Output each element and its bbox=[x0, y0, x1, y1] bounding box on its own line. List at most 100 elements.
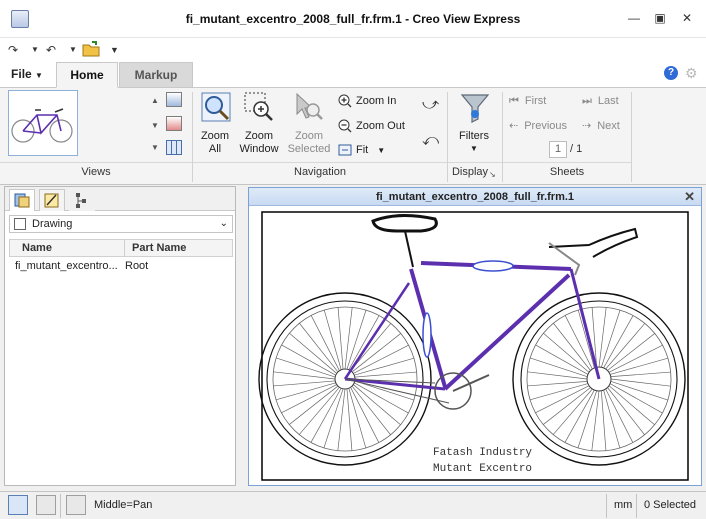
zoom-in-icon bbox=[338, 94, 352, 108]
title-bar: fi_mutant_excentro_2008_full_fr.frm.1 - … bbox=[0, 0, 706, 38]
display-group-label: Display bbox=[451, 166, 489, 178]
saddle bbox=[371, 214, 438, 233]
view-scroll-up-icon[interactable]: ▲ bbox=[151, 96, 159, 105]
previous-sheet-button[interactable]: ⇠ Previous bbox=[509, 119, 567, 133]
open-folder-icon[interactable] bbox=[82, 41, 100, 59]
structure-type-value: Drawing bbox=[32, 218, 73, 230]
column-divider[interactable] bbox=[124, 240, 125, 256]
last-sheet-button[interactable]: ⏭ Last bbox=[582, 94, 619, 108]
view-thumbnail[interactable] bbox=[8, 90, 78, 156]
tab-file-label: File bbox=[11, 67, 32, 81]
drawing-caption-2: Mutant Excentro bbox=[433, 463, 532, 475]
zoom-out-label: Zoom Out bbox=[356, 120, 405, 132]
zoom-all-label-2: All bbox=[208, 143, 222, 155]
units-text: mm bbox=[614, 499, 633, 511]
markup-tab-icon[interactable] bbox=[39, 189, 65, 211]
rotate-left-icon[interactable]: ⤻ bbox=[422, 96, 439, 114]
maximize-icon[interactable]: ▣ bbox=[650, 9, 670, 27]
ribbon-tabs: File ▼ Home Markup ? ⚙ bbox=[0, 62, 706, 88]
tab-home[interactable]: Home bbox=[56, 62, 118, 88]
zoom-window-label-2: Window bbox=[239, 143, 279, 155]
zoom-window-button[interactable]: Zoom Window bbox=[237, 90, 281, 160]
undo-dropdown-icon[interactable]: ▼ bbox=[69, 41, 77, 59]
fit-button[interactable]: Fit ▼ bbox=[338, 143, 385, 158]
structure-type-select[interactable]: Drawing ⌄ bbox=[9, 215, 233, 233]
chevron-down-icon: ▼ bbox=[35, 71, 43, 80]
zoom-selected-button[interactable]: Zoom Selected bbox=[286, 90, 332, 160]
display-launcher-icon[interactable]: ↘ bbox=[489, 170, 496, 179]
drawing-window: fi_mutant_excentro_2008_full_fr.frm.1 ✕ bbox=[248, 187, 702, 486]
undo-icon[interactable]: ↶ bbox=[46, 41, 56, 59]
filter-funnel-icon bbox=[460, 94, 490, 123]
drawing-border bbox=[261, 211, 689, 481]
status-separator bbox=[606, 494, 607, 518]
structure-table-header: Name Part Name bbox=[9, 239, 233, 257]
close-icon[interactable]: ✕ bbox=[677, 9, 697, 27]
window-title: fi_mutant_excentro_2008_full_fr.frm.1 - … bbox=[185, 12, 521, 26]
layout-full-icon[interactable] bbox=[66, 495, 86, 515]
status-separator bbox=[636, 494, 637, 518]
filters-button[interactable]: Filters ▼ bbox=[452, 90, 496, 160]
sheet-page-input[interactable]: 1 bbox=[549, 141, 567, 158]
customize-dropdown-icon[interactable]: ▼ bbox=[110, 41, 119, 59]
next-sheet-button[interactable]: ⇢ Next bbox=[582, 119, 620, 133]
tab-markup[interactable]: Markup bbox=[119, 62, 193, 88]
last-icon: ⏭ bbox=[582, 95, 592, 107]
zoom-in-label: Zoom In bbox=[356, 95, 397, 107]
delete-view-icon[interactable] bbox=[166, 116, 182, 131]
zoom-in-button[interactable]: Zoom In bbox=[338, 94, 396, 108]
row-name: fi_mutant_excentro... bbox=[15, 260, 118, 272]
tab-file[interactable]: File ▼ bbox=[4, 62, 50, 88]
chevron-down-icon: ⌄ bbox=[219, 218, 228, 229]
rotate-right-icon[interactable]: ⤺ bbox=[422, 132, 439, 150]
panel-tabs bbox=[5, 187, 235, 211]
drawing-caption-1: Fatash Industry bbox=[433, 447, 532, 459]
settings-gear-icon[interactable]: ⚙ bbox=[685, 65, 698, 82]
drawing-icon bbox=[14, 218, 26, 230]
view-grid-icon[interactable] bbox=[166, 140, 182, 155]
save-view-icon[interactable] bbox=[166, 92, 182, 107]
quick-access-toolbar: ↷ ▼ ↶ ▼ ▼ bbox=[0, 38, 706, 62]
column-header-name[interactable]: Name bbox=[22, 240, 52, 256]
layout-single-icon[interactable] bbox=[8, 495, 28, 515]
view-scroll-down-icon[interactable]: ▼ bbox=[151, 121, 159, 130]
previous-label: Previous bbox=[524, 120, 568, 132]
drawing-canvas[interactable]: Fatash Industry Mutant Excentro bbox=[249, 207, 701, 485]
status-bar: Middle=Pan mm 0 Selected bbox=[0, 491, 706, 519]
fit-label: Fit bbox=[356, 144, 369, 156]
fit-icon bbox=[338, 144, 352, 156]
column-header-part-name[interactable]: Part Name bbox=[132, 240, 186, 256]
first-sheet-button[interactable]: ⏮ First bbox=[509, 94, 546, 108]
zoom-out-button[interactable]: Zoom Out bbox=[338, 119, 405, 133]
first-label: First bbox=[524, 95, 547, 107]
drawing-close-icon[interactable]: ✕ bbox=[684, 188, 695, 206]
zoom-all-icon bbox=[201, 92, 231, 122]
zoom-all-button[interactable]: Zoom All bbox=[198, 90, 232, 160]
redo-dropdown-icon[interactable]: ▼ bbox=[31, 41, 39, 59]
navigation-group-label: Navigation bbox=[294, 166, 346, 178]
zoom-selected-label-1: Zoom bbox=[294, 130, 324, 142]
redo-icon[interactable]: ↷ bbox=[8, 41, 18, 59]
status-separator bbox=[60, 494, 61, 518]
ribbon: ▲ ▼ ▼ Views Zoom All Zoom Window Zoom Se… bbox=[0, 88, 706, 185]
views-group-label: Views bbox=[81, 166, 111, 178]
sheets-group-label: Sheets bbox=[549, 166, 585, 178]
fit-dropdown-icon: ▼ bbox=[377, 146, 386, 155]
layout-split-icon[interactable] bbox=[36, 495, 56, 515]
zoom-window-label-1: Zoom bbox=[244, 130, 274, 142]
zoom-out-icon bbox=[338, 119, 352, 133]
view-expand-icon[interactable]: ▼ bbox=[151, 143, 159, 152]
table-row[interactable]: fi_mutant_excentro... Root bbox=[9, 258, 233, 275]
zoom-selected-icon bbox=[296, 92, 323, 120]
last-label: Last bbox=[597, 95, 619, 107]
drawing-window-title: fi_mutant_excentro_2008_full_fr.frm.1 bbox=[249, 188, 701, 206]
first-icon: ⏮ bbox=[509, 95, 519, 107]
minimize-icon[interactable]: — bbox=[624, 9, 644, 27]
structure-tab-icon[interactable] bbox=[9, 189, 35, 211]
next-label: Next bbox=[597, 120, 620, 132]
filters-label: Filters bbox=[459, 130, 489, 142]
next-arrow-icon: ⇢ bbox=[582, 120, 592, 132]
tree-tab-icon[interactable] bbox=[69, 189, 95, 211]
help-icon[interactable]: ? bbox=[664, 66, 678, 80]
zoom-all-label-1: Zoom bbox=[200, 130, 230, 142]
